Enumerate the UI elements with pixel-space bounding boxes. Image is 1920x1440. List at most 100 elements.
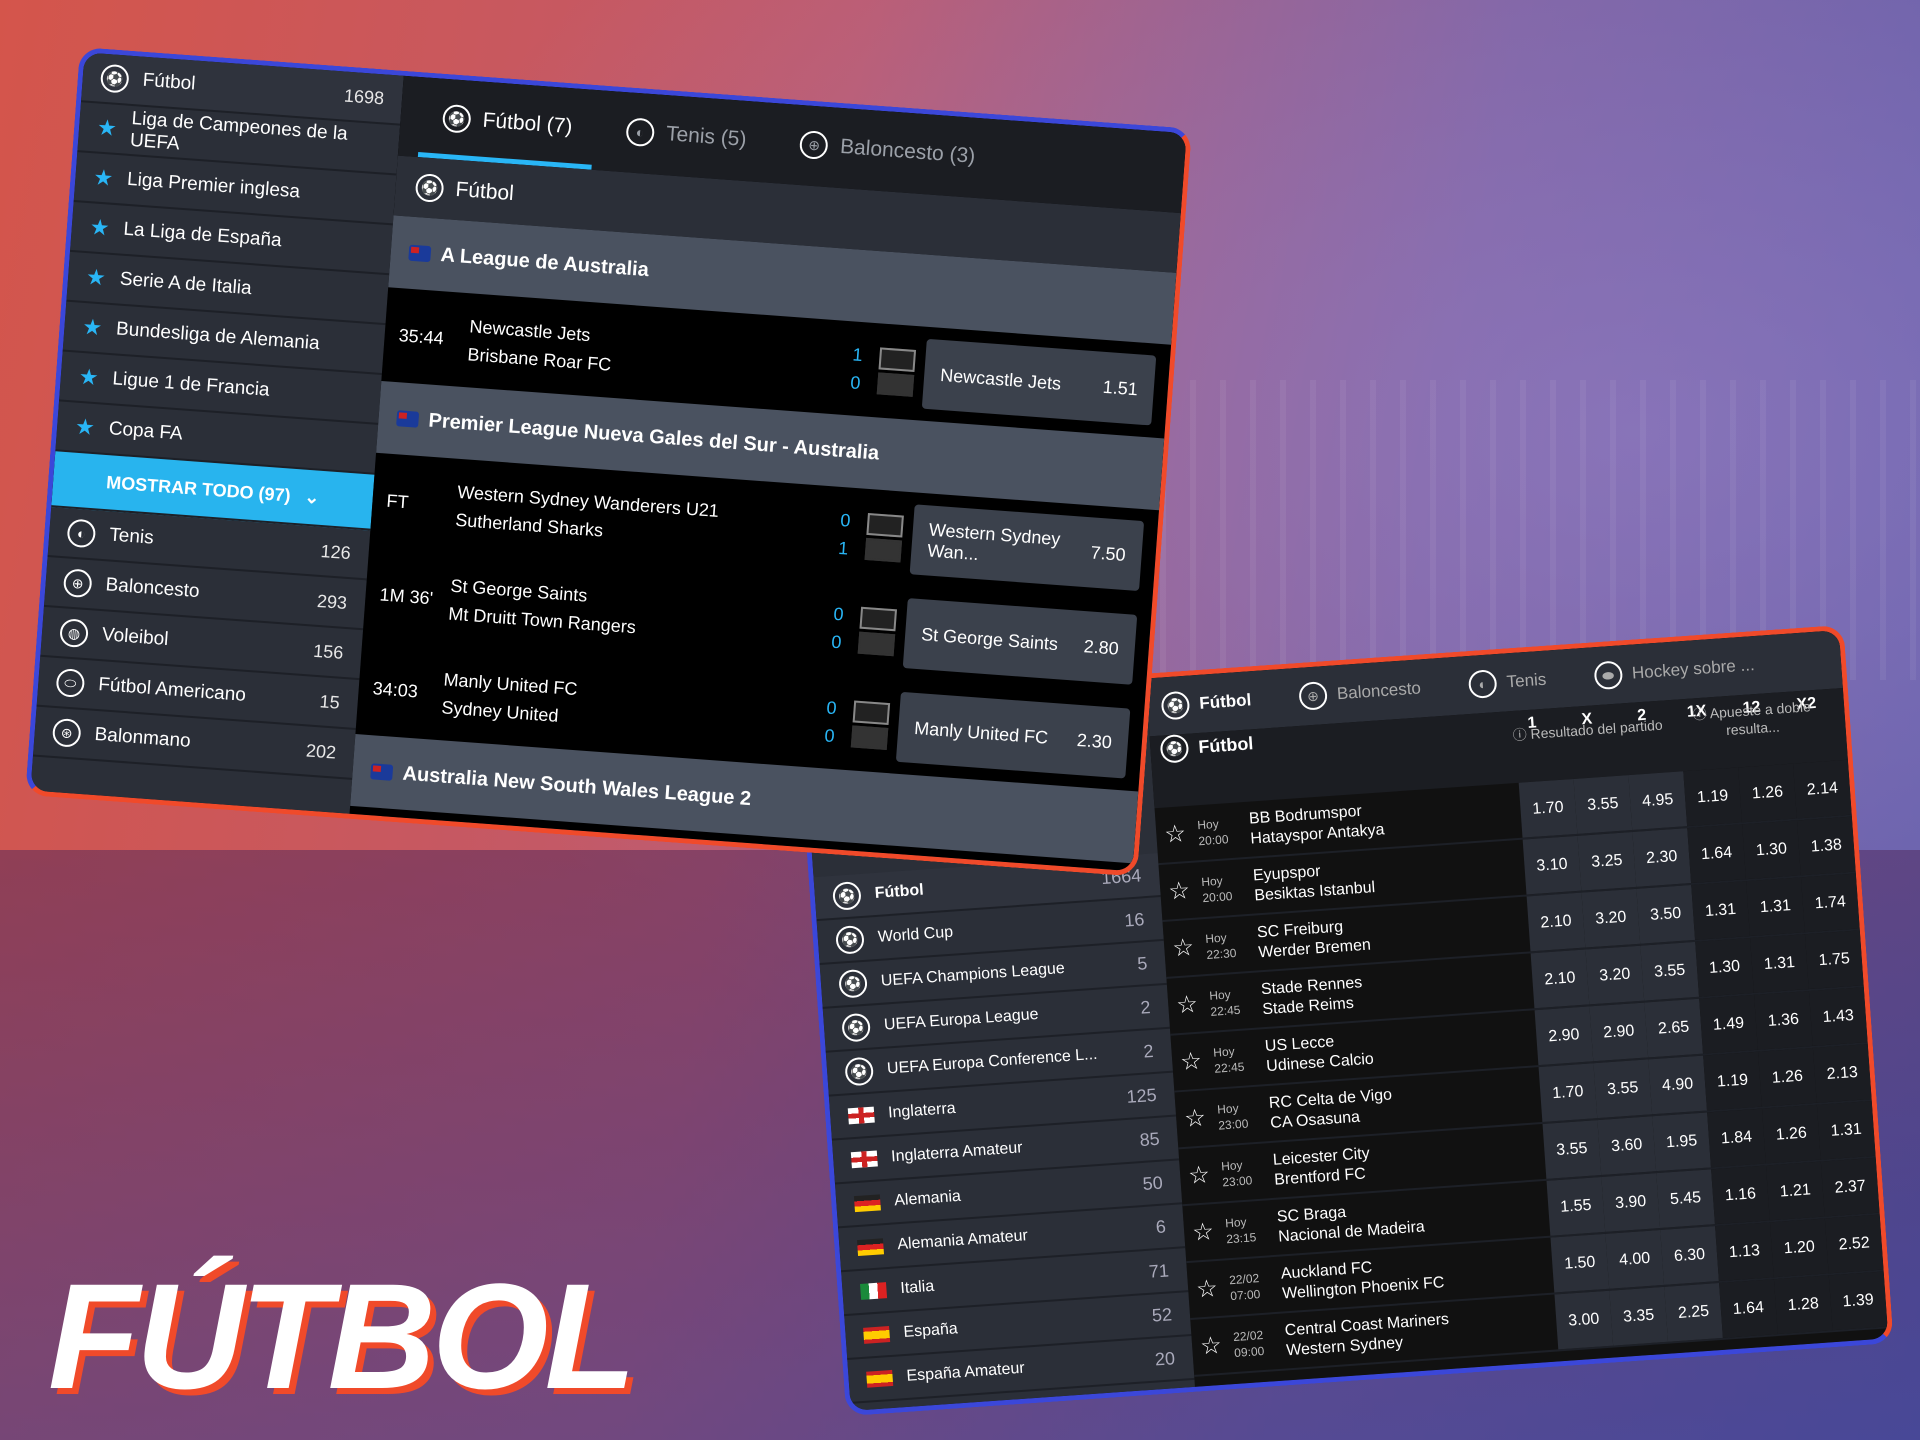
odds-cell[interactable]: 2.90 — [1534, 1006, 1594, 1066]
favorite-star-icon[interactable]: ☆ — [1175, 990, 1198, 1020]
odds-cell[interactable]: 1.19 — [1703, 1051, 1762, 1111]
odds-cell[interactable]: 3.00 — [1554, 1290, 1614, 1350]
odds-cell[interactable]: 2.14 — [1793, 759, 1852, 819]
odds-cell[interactable]: 1.31 — [1816, 1100, 1876, 1160]
odds-cell[interactable]: 2.25 — [1664, 1283, 1723, 1342]
star-icon[interactable]: ★ — [85, 264, 107, 291]
favorite-star-icon[interactable]: ☆ — [1187, 1160, 1210, 1190]
odds-cell[interactable]: 2.52 — [1824, 1214, 1884, 1274]
favorite-star-icon[interactable]: ☆ — [1171, 933, 1194, 963]
odds-cell[interactable]: 1.70 — [1538, 1063, 1598, 1122]
odds-cell[interactable]: 1.36 — [1754, 991, 1813, 1050]
odds-cell[interactable]: 3.20 — [1585, 945, 1645, 1005]
odds-cell[interactable]: 1.31 — [1750, 934, 1809, 993]
odds-cell[interactable]: 1.26 — [1758, 1047, 1817, 1107]
favorite-star-icon[interactable]: ☆ — [1163, 819, 1187, 849]
odds-button[interactable]: St George Saints 2.80 — [902, 598, 1138, 685]
star-icon[interactable]: ★ — [93, 164, 115, 191]
odds-cell[interactable]: 1.38 — [1796, 816, 1856, 876]
tab-sport[interactable]: ⊕ Baloncesto — [1298, 674, 1422, 711]
event-time: 07:00 — [1229, 1286, 1261, 1303]
odds-cell[interactable]: 5.45 — [1656, 1169, 1715, 1229]
odds-cell[interactable]: 1.28 — [1773, 1275, 1833, 1335]
odds-cell[interactable]: 2.37 — [1820, 1157, 1880, 1217]
odds-cell[interactable]: 2.90 — [1589, 1002, 1649, 1062]
odds-cell[interactable]: 4.00 — [1605, 1230, 1665, 1289]
tab-sport[interactable]: ◐ Tenis — [1467, 666, 1547, 700]
odds-cell[interactable]: 1.30 — [1695, 938, 1754, 997]
odds-cell[interactable]: 4.95 — [1628, 771, 1688, 830]
star-icon[interactable]: ★ — [74, 414, 96, 441]
odds-cell[interactable]: 3.20 — [1581, 888, 1641, 948]
odds-cell[interactable]: 4.90 — [1648, 1055, 1707, 1115]
odds-cell[interactable]: 3.25 — [1577, 831, 1637, 891]
odds-cell[interactable]: 3.90 — [1601, 1173, 1661, 1232]
favorite-star-icon[interactable]: ☆ — [1199, 1331, 1222, 1361]
tab-sport[interactable]: ⚽ Fútbol — [1160, 686, 1253, 721]
field-icon[interactable] — [866, 512, 904, 538]
favorite-star-icon[interactable]: ☆ — [1195, 1274, 1218, 1304]
star-icon[interactable]: ★ — [82, 314, 104, 341]
field-icon[interactable] — [878, 346, 917, 372]
odds-cell[interactable]: 1.31 — [1691, 881, 1750, 940]
star-icon[interactable]: ★ — [78, 364, 100, 391]
odds-cell[interactable]: 1.39 — [1828, 1271, 1888, 1331]
odds-cell[interactable]: 2.65 — [1644, 998, 1704, 1058]
league-count: 125 — [1125, 1084, 1158, 1107]
odds-cell[interactable]: 3.50 — [1636, 885, 1696, 944]
odds-cell[interactable]: 3.55 — [1573, 775, 1633, 834]
odds-cell[interactable]: 1.43 — [1808, 987, 1868, 1046]
favorite-star-icon[interactable]: ☆ — [1179, 1047, 1202, 1077]
odds-cell[interactable]: 1.13 — [1715, 1222, 1774, 1282]
odds-cell[interactable]: 1.21 — [1765, 1161, 1825, 1221]
favorite-star-icon[interactable]: ☆ — [1167, 876, 1190, 906]
tab-sport[interactable]: ⬬ Hockey sobre ... — [1593, 651, 1755, 691]
odds-cell[interactable]: 2.30 — [1632, 828, 1692, 887]
odds-cell[interactable]: 1.84 — [1707, 1108, 1766, 1168]
odds-cell[interactable]: 1.50 — [1550, 1233, 1610, 1293]
odds-cell[interactable]: 1.26 — [1738, 763, 1797, 823]
odds-cell[interactable]: 3.60 — [1597, 1116, 1657, 1175]
field-icon[interactable] — [859, 606, 898, 631]
stats-icon — [857, 631, 896, 656]
sport-count: 156 — [312, 640, 345, 663]
odds-cell[interactable]: 1.19 — [1683, 767, 1742, 827]
odds-cell[interactable]: 1.16 — [1711, 1165, 1770, 1225]
tab-label: Baloncesto — [1336, 678, 1422, 704]
odds-cell[interactable]: 1.95 — [1652, 1112, 1711, 1172]
odds-button[interactable]: Newcastle Jets 1.51 — [921, 338, 1157, 426]
odds-cell[interactable]: 1.75 — [1804, 930, 1864, 990]
odds-cell[interactable]: 1.31 — [1746, 877, 1805, 937]
odds-cell[interactable]: 2.10 — [1526, 892, 1586, 952]
odds-cell[interactable]: 1.26 — [1761, 1104, 1821, 1164]
star-icon[interactable]: ★ — [96, 115, 118, 142]
odds-cell[interactable]: 1.20 — [1769, 1218, 1829, 1278]
odds-cell[interactable]: 3.10 — [1522, 835, 1582, 895]
odds-button[interactable]: Western Sydney Wan... 7.50 — [909, 504, 1145, 592]
odds-button[interactable]: Manly United FC 2.30 — [895, 691, 1131, 779]
favorite-star-icon[interactable]: ☆ — [1191, 1217, 1214, 1247]
field-icon[interactable] — [852, 699, 891, 725]
odds-cell[interactable]: 3.55 — [1593, 1059, 1653, 1119]
star-icon[interactable]: ★ — [89, 214, 111, 241]
odds-cell[interactable]: 1.64 — [1719, 1279, 1778, 1338]
favorite-star-icon[interactable]: ☆ — [1183, 1103, 1206, 1133]
odds-cell[interactable]: 3.55 — [1542, 1120, 1602, 1179]
info-icon[interactable]: ⓘ — [1512, 726, 1531, 743]
odds-cell[interactable]: 3.35 — [1609, 1286, 1669, 1346]
odds-cell[interactable]: 1.55 — [1546, 1176, 1606, 1236]
odds-cell[interactable]: 1.64 — [1687, 824, 1746, 884]
sport-label: Baloncesto — [104, 574, 201, 603]
odds-cell[interactable]: 3.55 — [1640, 941, 1700, 1001]
odds-cell[interactable]: 2.13 — [1812, 1044, 1872, 1103]
odds-cell[interactable]: 1.70 — [1518, 778, 1578, 838]
odds-cell[interactable]: 1.49 — [1699, 994, 1758, 1054]
odds-cell[interactable]: 6.30 — [1660, 1226, 1719, 1285]
odds-cell[interactable]: 1.74 — [1800, 873, 1860, 933]
odds-cell[interactable]: 2.10 — [1530, 949, 1590, 1009]
odds-cell[interactable]: 1.30 — [1742, 820, 1801, 880]
home-score: 1 — [851, 344, 864, 366]
match-teams: Western Sydney Wanderers U21 Sutherland S… — [454, 478, 834, 561]
match-time: 34:03 — [372, 677, 419, 701]
info-icon[interactable]: ⓘ — [1692, 705, 1710, 723]
